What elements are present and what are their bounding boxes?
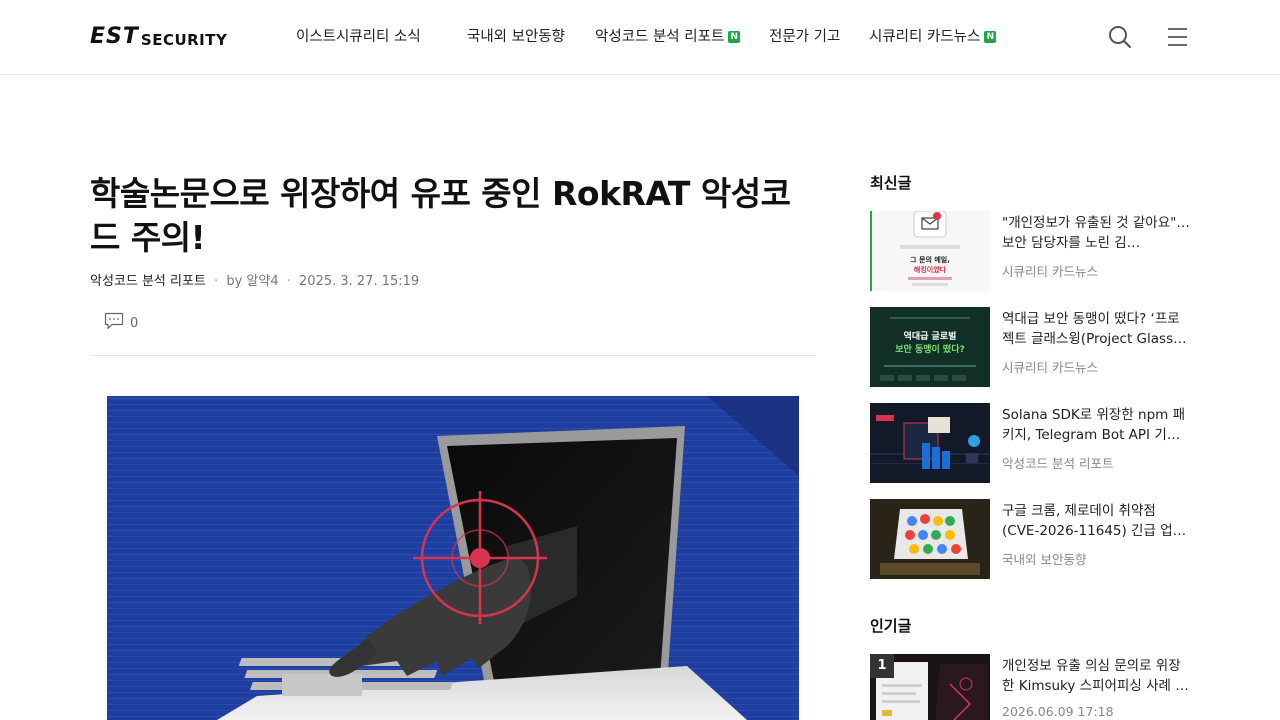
post-category: 국내외 보안동향 <box>1002 552 1087 567</box>
estsecurity-logo[interactable]: EST SECURITY <box>90 24 228 49</box>
rank-badge: 1 <box>870 654 894 678</box>
thumb-text-1a: 그 문의 메일, <box>910 255 950 264</box>
popular-post-item[interactable]: 1 개인정보 유출 의심 문의로 위장한 Kimsuky 스피어피싱 사례 … … <box>870 654 1190 720</box>
post-thumbnail <box>870 499 990 579</box>
post-title: Solana SDK로 위장한 npm 패키지, Telegram Bot AP… <box>1002 407 1186 443</box>
post-thumbnail: 역대급 글로벌 보안 동맹이 떴다? <box>870 307 990 387</box>
post-category: 시큐리티 카드뉴스 <box>1002 360 1098 375</box>
recent-post-item[interactable]: 역대급 글로벌 보안 동맹이 떴다? 역대급 보안 동맹이 떴다? ‘프로젝트 … <box>870 307 1190 387</box>
site-header: EST SECURITY 이스트시큐리티 소식 국내외 보안동향 악성코드 분석… <box>0 0 1280 75</box>
new-badge: N <box>728 31 741 43</box>
post-date: 2026.06.09 17:18 <box>1002 704 1114 719</box>
post-title: 역대급 보안 동맹이 떴다? ‘프로젝트 글래스윙(Project Glass… <box>1002 311 1187 347</box>
comment-button[interactable]: 0 <box>104 312 139 334</box>
article-category-link[interactable]: 악성코드 분석 리포트 <box>90 274 206 289</box>
logo-security: SECURITY <box>140 31 228 49</box>
meta-separator: · <box>286 274 291 289</box>
comment-icon <box>104 312 124 334</box>
nav-label: 이스트시큐리티 소식 <box>296 29 421 45</box>
post-title: "개인정보가 유출된 것 같아요"… 보안 담당자를 노린 김… <box>1002 215 1190 251</box>
nav-item-est-news[interactable]: 이스트시큐리티 소식 <box>296 26 421 48</box>
nav-item-expert-column[interactable]: 전문가 기고 <box>769 26 840 48</box>
nav-item-card-news[interactable]: 시큐리티 카드뉴스 N <box>869 26 997 48</box>
recent-posts-title: 최신글 <box>870 174 912 192</box>
hamburger-menu-icon[interactable] <box>1165 24 1191 50</box>
recent-post-item[interactable]: 구글 크롬, 제로데이 취약점(CVE-2026-11645) 긴급 업데이… … <box>870 499 1190 579</box>
post-thumbnail <box>870 403 990 483</box>
article-meta: 악성코드 분석 리포트 · by 알약4 · 2025. 3. 27. 15:1… <box>90 272 419 292</box>
logo-est: EST <box>90 24 139 49</box>
nav-label: 악성코드 분석 리포트 <box>595 29 725 45</box>
search-icon[interactable] <box>1107 24 1133 50</box>
nav-label: 시큐리티 카드뉴스 <box>869 29 981 45</box>
nav-label: 전문가 기고 <box>769 29 841 45</box>
article-title: 학술논문으로 위장하여 유포 중인 RokRAT 악성코드 주의! <box>90 174 791 257</box>
thumb-text-1b: 해킹이었다 <box>914 265 947 274</box>
post-category: 악성코드 분석 리포트 <box>1002 456 1114 471</box>
post-title: 개인정보 유출 의심 문의로 위장한 Kimsuky 스피어피싱 사례 … <box>1002 658 1189 694</box>
nav-item-malware-report[interactable]: 악성코드 분석 리포트 N <box>595 26 741 48</box>
post-title: 구글 크롬, 제로데이 취약점(CVE-2026-11645) 긴급 업데이… <box>1002 503 1186 539</box>
post-thumbnail: 그 문의 메일, 해킹이었다 <box>870 211 990 291</box>
meta-divider <box>90 355 816 356</box>
recent-post-item[interactable]: Solana SDK로 위장한 npm 패키지, Telegram Bot AP… <box>870 403 1190 483</box>
article-date: 2025. 3. 27. 15:19 <box>299 274 420 289</box>
nav-label: 국내외 보안동향 <box>467 29 565 45</box>
recent-post-item[interactable]: 그 문의 메일, 해킹이었다 "개인정보가 유출된 것 같아요"… 보안 담당자… <box>870 211 1190 291</box>
comment-count: 0 <box>130 315 139 331</box>
thumb-text-2a: 역대급 글로벌 <box>904 330 957 342</box>
nav-item-security-trends[interactable]: 국내외 보안동향 <box>467 26 565 48</box>
meta-separator: · <box>214 274 219 289</box>
new-badge: N <box>984 31 997 43</box>
thumb-text-2b: 보안 동맹이 떴다? <box>895 343 964 355</box>
article-author: by 알약4 <box>226 274 279 289</box>
popular-posts-title: 인기글 <box>870 617 912 635</box>
article-hero-image <box>107 396 799 720</box>
post-category: 시큐리티 카드뉴스 <box>1002 264 1098 279</box>
